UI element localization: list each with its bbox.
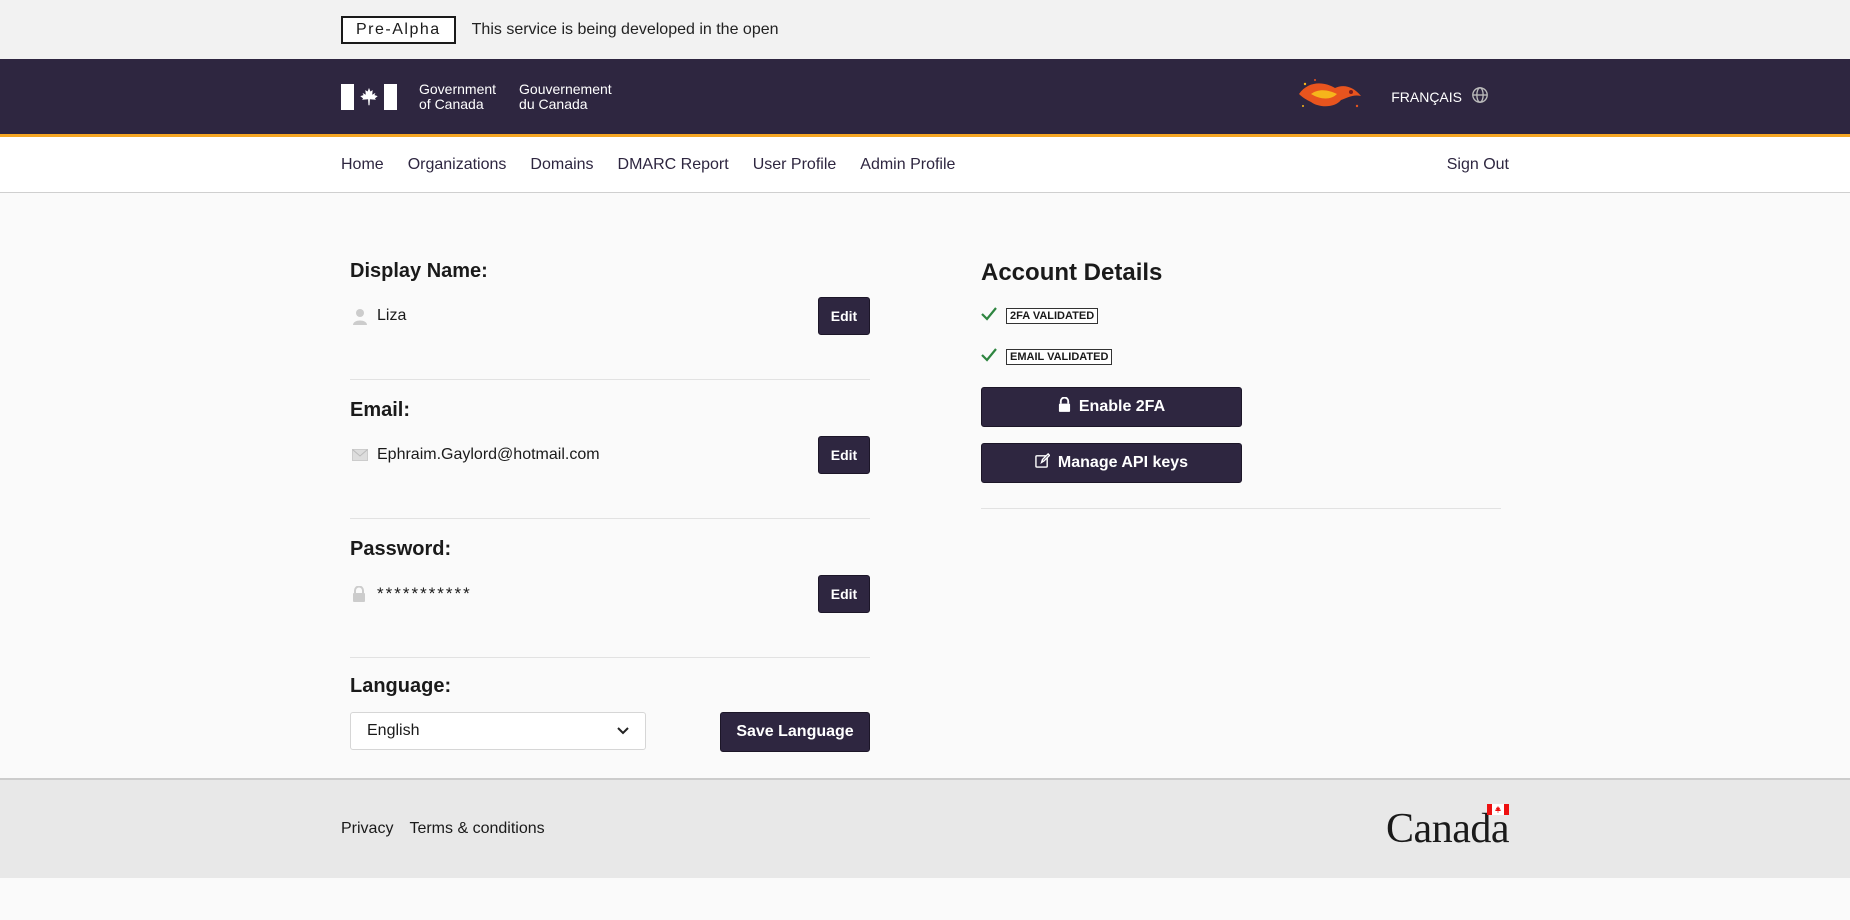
language-label: Language: bbox=[350, 675, 452, 697]
main-content: Display Name: Liza Edit Email: Ephraim.G… bbox=[0, 193, 1850, 778]
enable-2fa-button[interactable]: Enable 2FA bbox=[981, 387, 1242, 427]
nav-organizations[interactable]: Organizations bbox=[408, 156, 507, 174]
language-select-value: English bbox=[367, 722, 420, 739]
badge-email-row: EMAIL VALIDATED bbox=[981, 346, 1501, 368]
check-icon bbox=[981, 306, 997, 326]
canada-wordmark-logo: Canada bbox=[1386, 804, 1509, 852]
phase-banner: Pre-Alpha This service is being develope… bbox=[0, 0, 1850, 59]
site-header: Government of Canada Gouvernement du Can… bbox=[0, 59, 1850, 137]
user-settings-panel: Display Name: Liza Edit Email: Ephraim.G… bbox=[350, 260, 870, 752]
person-icon bbox=[352, 308, 368, 325]
badge-2fa-row: 2FA VALIDATED bbox=[981, 305, 1501, 327]
site-footer: Privacy Terms & conditions Canada bbox=[0, 778, 1850, 878]
terms-link[interactable]: Terms & conditions bbox=[409, 820, 544, 838]
nav-dmarc-report[interactable]: DMARC Report bbox=[618, 156, 729, 174]
phoenix-icon bbox=[1295, 74, 1365, 119]
edit-display-name-button[interactable]: Edit bbox=[818, 297, 870, 335]
display-name-value: Liza bbox=[377, 307, 407, 324]
save-language-button[interactable]: Save Language bbox=[720, 712, 870, 752]
envelope-icon bbox=[352, 447, 368, 463]
password-label: Password: bbox=[350, 538, 452, 560]
nav-admin-profile[interactable]: Admin Profile bbox=[860, 156, 955, 174]
phase-tag: Pre-Alpha bbox=[341, 15, 456, 44]
email-value: Ephraim.Gaylord@hotmail.com bbox=[377, 446, 600, 463]
display-name-label: Display Name: bbox=[350, 260, 488, 282]
globe-icon bbox=[1471, 86, 1489, 107]
main-nav: Home Organizations Domains DMARC Report … bbox=[0, 137, 1850, 193]
nav-domains[interactable]: Domains bbox=[530, 156, 593, 174]
account-divider bbox=[981, 508, 1501, 509]
language-toggle-link[interactable]: FRANÇAIS bbox=[1391, 86, 1489, 107]
password-value: *********** bbox=[377, 584, 472, 603]
display-name-section: Display Name: Liza Edit bbox=[350, 260, 870, 380]
language-section: Language: English Save Language bbox=[350, 675, 870, 752]
goc-wordmark-en: Government of Canada bbox=[419, 80, 497, 112]
lock-icon bbox=[1058, 396, 1071, 417]
edit-icon bbox=[1035, 452, 1051, 473]
status-badge-email: EMAIL VALIDATED bbox=[1006, 349, 1113, 365]
language-select[interactable]: English bbox=[350, 712, 646, 750]
check-icon bbox=[981, 347, 997, 367]
email-section: Email: Ephraim.Gaylord@hotmail.com Edit bbox=[350, 399, 870, 519]
sign-out-link[interactable]: Sign Out bbox=[1447, 156, 1509, 174]
nav-user-profile[interactable]: User Profile bbox=[753, 156, 837, 174]
password-section: Password: *********** Edit bbox=[350, 538, 870, 658]
status-badge-2fa: 2FA VALIDATED bbox=[1006, 308, 1099, 324]
account-details-panel: Account Details 2FA VALIDATED EMAIL VALI… bbox=[981, 259, 1501, 509]
nav-home[interactable]: Home bbox=[341, 156, 384, 174]
lock-icon bbox=[352, 586, 368, 602]
email-label: Email: bbox=[350, 399, 411, 421]
goc-flag-icon bbox=[341, 83, 397, 111]
manage-api-keys-button[interactable]: Manage API keys bbox=[981, 443, 1242, 483]
account-details-title: Account Details bbox=[981, 259, 1163, 286]
phase-text: This service is being developed in the o… bbox=[471, 20, 779, 38]
chevron-down-icon bbox=[617, 722, 629, 740]
privacy-link[interactable]: Privacy bbox=[341, 820, 393, 838]
edit-email-button[interactable]: Edit bbox=[818, 436, 870, 474]
goc-wordmark-fr: Gouvernement du Canada bbox=[519, 80, 612, 112]
edit-password-button[interactable]: Edit bbox=[818, 575, 870, 613]
